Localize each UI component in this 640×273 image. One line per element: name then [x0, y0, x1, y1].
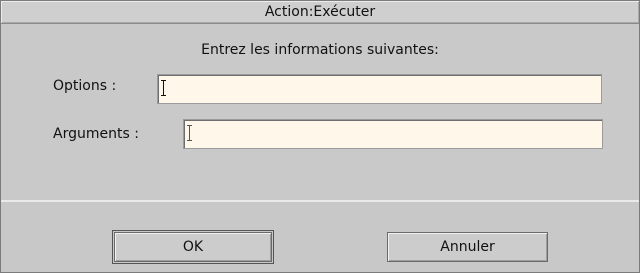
options-label: Options : [53, 78, 117, 94]
cancel-button[interactable]: Annuler [387, 232, 548, 262]
dialog-prompt: Entrez les informations suivantes: [201, 42, 439, 58]
title-bar[interactable]: Action:Exécuter [1, 1, 639, 24]
ok-button[interactable]: OK [112, 230, 274, 264]
options-input[interactable] [157, 74, 602, 104]
dialog-footer: OK Annuler [1, 202, 639, 272]
arguments-label: Arguments : [53, 126, 139, 142]
text-cursor-icon [161, 79, 167, 97]
text-cursor-icon [187, 124, 193, 142]
arguments-input[interactable] [183, 119, 603, 149]
window-title: Action:Exécuter [264, 4, 376, 20]
dialog-window: Action:Exécuter Entrez les informations … [0, 0, 640, 273]
